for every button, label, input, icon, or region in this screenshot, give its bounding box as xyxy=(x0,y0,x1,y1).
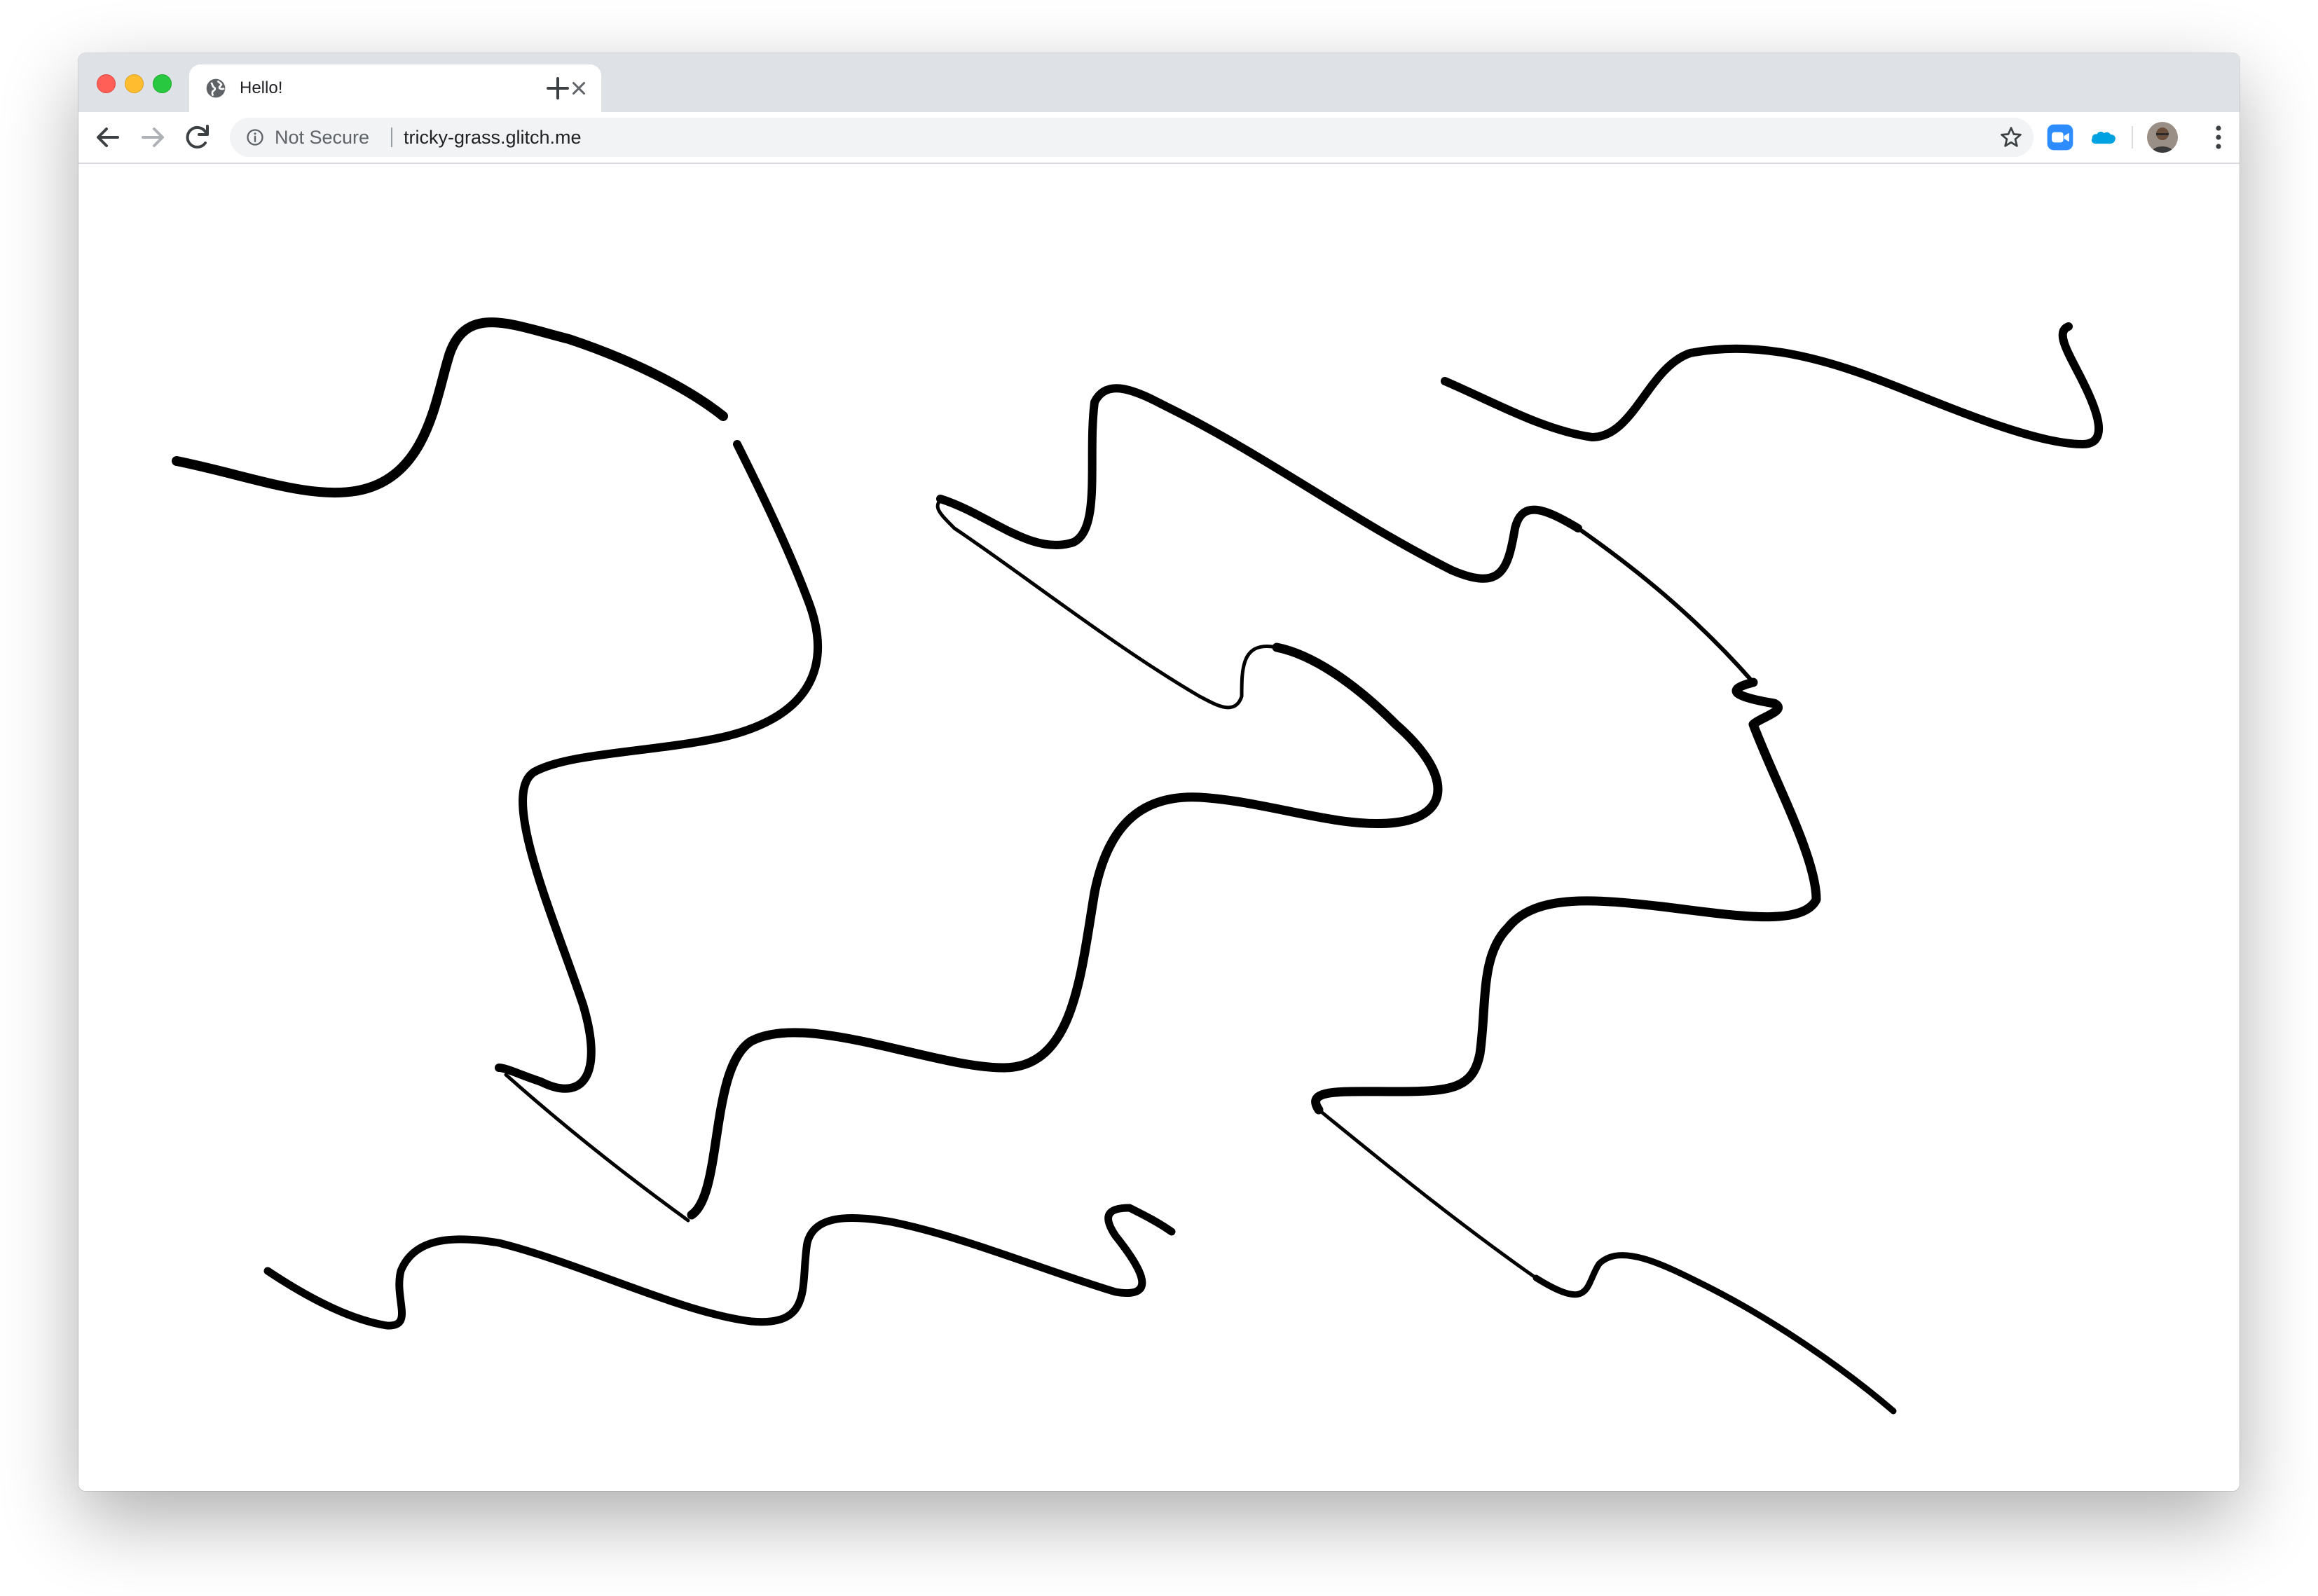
reload-icon[interactable] xyxy=(181,121,214,154)
address-bar[interactable]: Not Secure tricky-grass.glitch.me xyxy=(230,118,2034,157)
plus-icon[interactable] xyxy=(541,71,575,105)
tab-title: Hello! xyxy=(240,78,283,97)
security-label[interactable]: Not Secure xyxy=(275,126,369,149)
ribbon-stroke xyxy=(263,1204,1176,1330)
ribbon-stroke xyxy=(1317,1108,1538,1280)
arrow-right-icon[interactable] xyxy=(136,121,170,154)
avatar-image xyxy=(2147,122,2178,153)
kebab-menu-icon[interactable] xyxy=(2202,121,2235,154)
ribbon-stroke xyxy=(1576,526,1755,685)
ribbon-stroke xyxy=(172,317,728,498)
browser-window: Hello! Not Secure tricky-grass.glitch.me xyxy=(78,53,2240,1491)
arrow-left-icon[interactable] xyxy=(91,121,125,154)
salesforce-icon[interactable] xyxy=(2088,122,2119,153)
omnibox-divider xyxy=(391,128,392,147)
ribbon-stroke xyxy=(936,384,1582,583)
browser-toolbar: Not Secure tricky-grass.glitch.me xyxy=(78,112,2240,164)
maximize-window-button[interactable] xyxy=(153,74,172,93)
ribbon-stroke xyxy=(1532,1252,1897,1415)
profile-avatar[interactable] xyxy=(2147,122,2178,153)
ribbon-stroke xyxy=(1311,677,1821,1115)
ribbon-stroke xyxy=(1441,322,2104,448)
toolbar-divider xyxy=(2132,126,2133,149)
tab-strip: Hello! xyxy=(78,53,2240,112)
globe-icon xyxy=(206,78,226,98)
ribbon-stroke xyxy=(504,1073,690,1223)
ribbon-drawing xyxy=(172,317,2104,1415)
ribbon-stroke xyxy=(935,498,1279,710)
info-icon[interactable] xyxy=(245,128,265,147)
star-icon[interactable] xyxy=(1998,125,2024,150)
minimize-window-button[interactable] xyxy=(125,74,144,93)
ribbon-stroke xyxy=(495,440,822,1093)
ribbon-stroke xyxy=(687,642,1443,1220)
url-text[interactable]: tricky-grass.glitch.me xyxy=(404,126,582,149)
tab-hello[interactable]: Hello! xyxy=(189,64,601,112)
zoom-icon[interactable] xyxy=(2045,122,2076,153)
close-window-button[interactable] xyxy=(97,74,116,93)
page-canvas[interactable] xyxy=(78,164,2240,1491)
